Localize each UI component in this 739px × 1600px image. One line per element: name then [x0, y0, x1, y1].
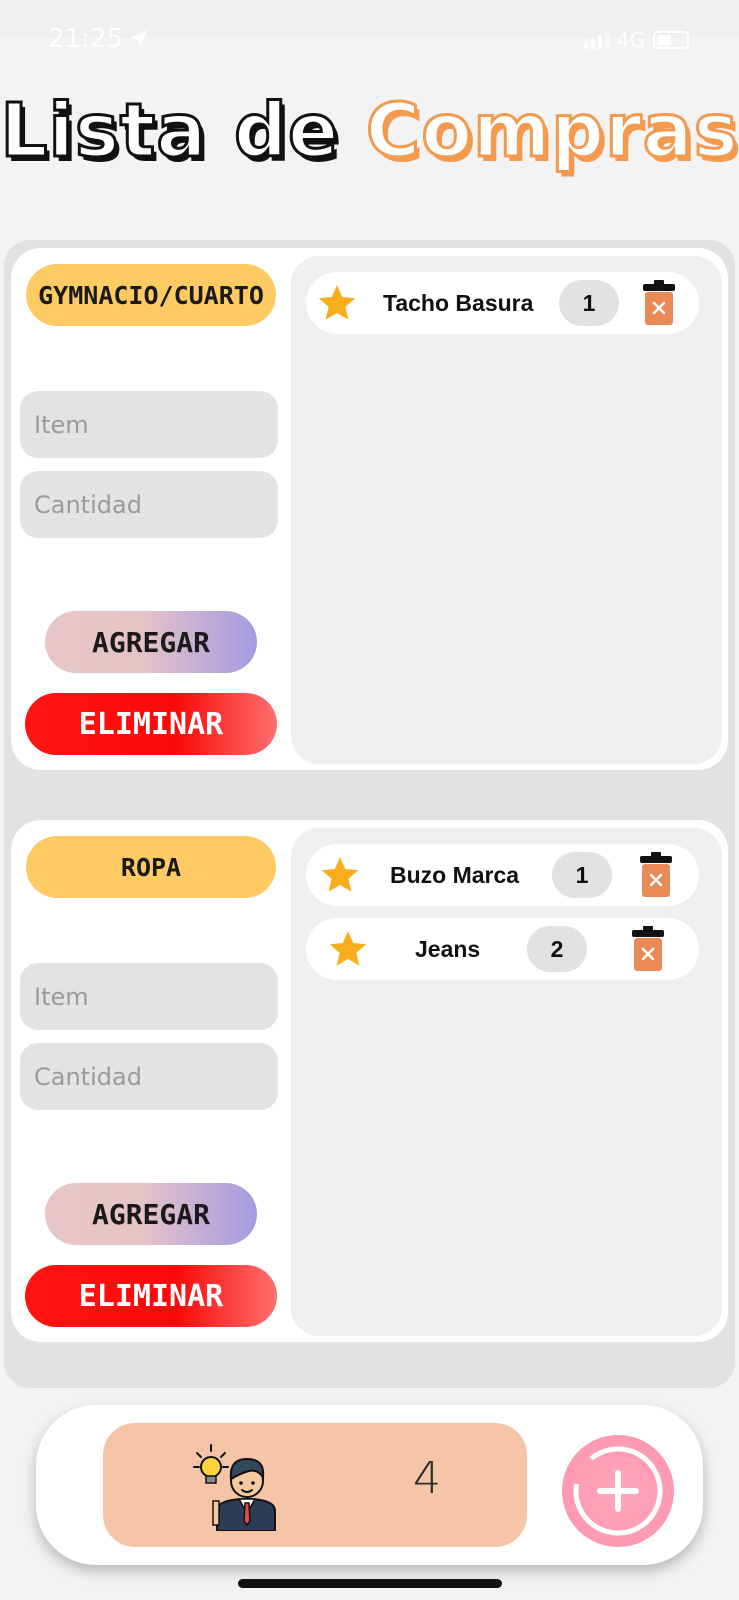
page-title: Lista de Compras	[0, 87, 739, 176]
item-input[interactable]	[20, 963, 278, 1030]
add-button[interactable]: AGREGAR	[45, 1183, 257, 1245]
star-icon[interactable]	[327, 928, 369, 970]
category-label: GYMNACIO/CUARTO	[26, 264, 276, 326]
items-panel: Tacho Basura 1	[291, 256, 722, 764]
list-item: Jeans 2	[306, 918, 699, 980]
quantity-badge: 1	[552, 852, 612, 898]
trash-icon[interactable]	[639, 852, 673, 898]
title-part2: Compras	[364, 87, 739, 176]
location-arrow-icon	[130, 30, 148, 48]
item-input[interactable]	[20, 391, 278, 458]
item-counter: 4	[103, 1423, 527, 1547]
list-card-ropa: ROPA AGREGAR ELIMINAR Buzo Marca 1 Jeans…	[11, 820, 728, 1342]
item-name: Tacho Basura	[383, 289, 534, 316]
battery-icon	[653, 31, 689, 49]
list-card-gymnacio: GYMNACIO/CUARTO AGREGAR ELIMINAR Tacho B…	[11, 248, 728, 770]
businessman-idea-icon	[193, 1444, 276, 1531]
quantity-input[interactable]	[20, 1043, 278, 1110]
category-label: ROPA	[26, 836, 276, 898]
delete-list-button[interactable]: ELIMINAR	[25, 693, 277, 755]
plus-circle-icon	[573, 1446, 663, 1536]
network-label: 4G	[616, 28, 645, 52]
quantity-badge: 2	[527, 926, 587, 972]
quantity-input[interactable]	[20, 471, 278, 538]
star-icon[interactable]	[319, 854, 361, 896]
item-name: Jeans	[415, 935, 481, 962]
status-time: 21:25	[48, 24, 123, 54]
add-list-button[interactable]	[562, 1435, 674, 1547]
lists-container: GYMNACIO/CUARTO AGREGAR ELIMINAR Tacho B…	[4, 240, 735, 1388]
item-name: Buzo Marca	[390, 861, 520, 888]
items-panel: Buzo Marca 1 Jeans 2	[291, 828, 722, 1336]
signal-icon	[583, 31, 609, 49]
add-button[interactable]: AGREGAR	[45, 611, 257, 673]
quantity-badge: 1	[559, 280, 619, 326]
bottom-bar: 4	[36, 1405, 703, 1565]
counter-value: 4	[413, 1453, 441, 1504]
list-item: Tacho Basura 1	[306, 272, 699, 334]
home-indicator	[238, 1579, 502, 1588]
star-icon[interactable]	[316, 282, 358, 324]
delete-list-button[interactable]: ELIMINAR	[25, 1265, 277, 1327]
trash-icon[interactable]	[642, 280, 676, 326]
status-indicators: 4G	[583, 28, 689, 52]
title-part1: Lista de	[0, 87, 340, 176]
list-item: Buzo Marca 1	[306, 844, 699, 906]
trash-icon[interactable]	[631, 926, 665, 972]
status-bar: 21:25 4G	[0, 0, 739, 54]
